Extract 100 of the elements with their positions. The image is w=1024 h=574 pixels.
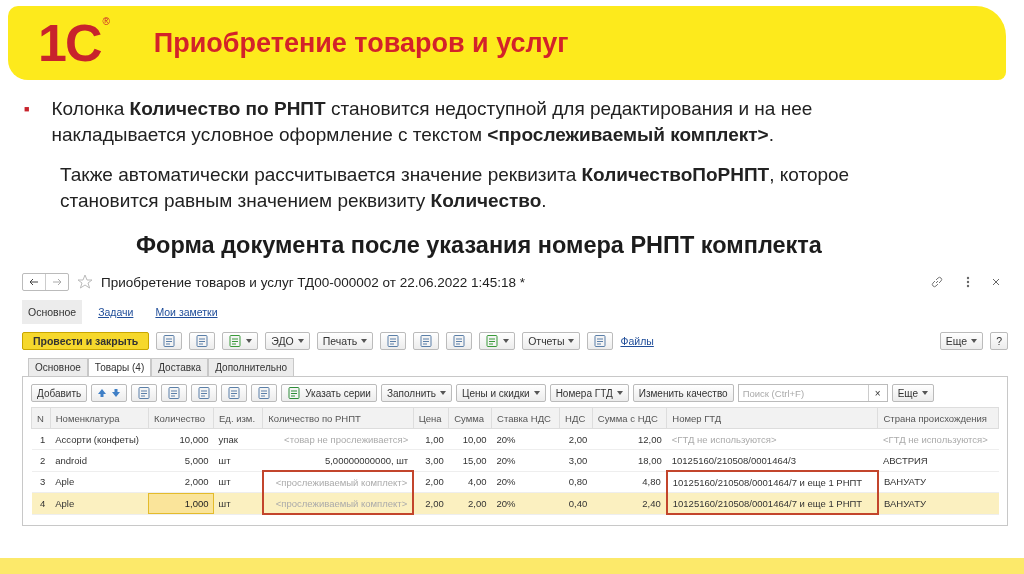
table-cell: 1,000: [148, 492, 214, 514]
bullet-text: Колонка Количество по РНПТ становится недоступной для редактирования и на нее накладывается условное оформление с текстом <прослеживаемый комплект>.: [51, 97, 814, 147]
icon-dropdown-button[interactable]: [479, 332, 516, 350]
dropdown-button[interactable]: Цены и скидки: [456, 384, 546, 402]
column-header[interactable]: Сумма с НДС: [592, 407, 667, 429]
document-icon: [452, 334, 467, 348]
icon-dropdown-button[interactable]: [222, 332, 259, 350]
table-cell: ВАНУАТУ: [878, 471, 999, 493]
post-and-close-button[interactable]: Провести и закрыть: [22, 332, 150, 350]
dropdown-button[interactable]: Еще: [891, 384, 934, 402]
star-icon[interactable]: [77, 274, 93, 290]
column-header[interactable]: Номер ГТД: [666, 407, 878, 429]
table-cell: 0,80: [559, 471, 593, 493]
list-icon: [287, 386, 302, 400]
icon-button[interactable]: [251, 384, 278, 402]
table-cell: шт: [213, 449, 263, 471]
column-header[interactable]: Страна происхождения: [878, 407, 999, 429]
table-cell: <прослеживаемый комплект>: [262, 492, 414, 514]
more-icon[interactable]: [966, 276, 970, 288]
dropdown-button[interactable]: Номера ГТД: [549, 384, 629, 402]
table-cell: android: [50, 449, 149, 471]
table-cell: 4,80: [592, 471, 667, 493]
column-header[interactable]: N: [31, 407, 51, 429]
up-arrow-icon[interactable]: [97, 388, 108, 398]
close-icon[interactable]: [992, 278, 1000, 286]
icon-button[interactable]: [413, 332, 440, 350]
icon-button[interactable]: [189, 332, 216, 350]
dropdown-button[interactable]: Печать: [316, 332, 374, 350]
bullet-icon: ■: [24, 96, 30, 148]
document-icon: [419, 334, 434, 348]
search-field[interactable]: Поиск (Ctrl+F) ×: [737, 384, 888, 402]
table-cell: 20%: [491, 471, 560, 493]
document-icon: [386, 334, 401, 348]
table-cell: 3,00: [413, 449, 449, 471]
column-header[interactable]: Количество по РНПТ: [262, 407, 414, 429]
tab[interactable]: Товары (4): [87, 358, 152, 376]
table-cell: <ГТД не используются>: [878, 428, 999, 450]
move-buttons[interactable]: [91, 384, 128, 402]
toolbar-button[interactable]: Изменить качество: [632, 384, 734, 402]
tab[interactable]: Основное: [28, 358, 88, 376]
logo: 1С®: [38, 17, 110, 69]
column-header[interactable]: Номенклатура: [50, 407, 149, 429]
section-link[interactable]: Мои заметки: [149, 302, 224, 322]
icon-button[interactable]: [446, 332, 473, 350]
toolbar-button[interactable]: ?: [990, 332, 1008, 350]
icon-button[interactable]: [156, 332, 183, 350]
table-cell: 5,00000000000, шт: [262, 449, 414, 471]
caret-icon: [361, 339, 368, 343]
section-tab[interactable]: Основное: [22, 300, 83, 324]
toolbar-button[interactable]: Указать серии: [281, 384, 377, 402]
table-cell: 20%: [491, 449, 560, 471]
table-cell: 20%: [491, 428, 560, 450]
down-arrow-icon[interactable]: [111, 388, 122, 398]
column-header[interactable]: Ед. изм.: [213, 407, 263, 429]
table-cell: <ГТД не используются>: [666, 428, 878, 450]
column-header[interactable]: Цена: [413, 407, 449, 429]
table-cell: 4,00: [448, 471, 492, 493]
link-icon[interactable]: [930, 275, 944, 289]
table-cell: 10,00: [448, 428, 492, 450]
tab[interactable]: Доставка: [151, 358, 209, 376]
icon-button[interactable]: [380, 332, 407, 350]
table-cell: Aple: [50, 492, 149, 514]
tab[interactable]: Дополнительно: [208, 358, 295, 376]
table-cell: 18,00: [592, 449, 667, 471]
caret-icon: [440, 391, 447, 395]
caret-icon: [971, 339, 978, 343]
column-header[interactable]: НДС: [559, 407, 593, 429]
document-icon: [257, 386, 272, 400]
icon-button[interactable]: [161, 384, 188, 402]
document-icon: [162, 334, 177, 348]
dropdown-button[interactable]: ЭДО: [265, 332, 310, 350]
table-cell: 12,00: [592, 428, 667, 450]
toolbar-button[interactable]: Добавить: [31, 384, 88, 402]
document-icon: [197, 386, 212, 400]
paragraph: Также автоматически рассчитывается значение реквизита КоличествоПоРНПТ, которое становится равным значением реквизиту Количество.: [60, 163, 851, 213]
document-icon: [228, 334, 243, 348]
icon-button[interactable]: [221, 384, 248, 402]
table-cell: 1,00: [413, 428, 449, 450]
caret-icon: [922, 391, 928, 395]
table-cell: 3: [31, 471, 51, 493]
icon-button[interactable]: [587, 332, 614, 350]
table-cell: 15,00: [448, 449, 492, 471]
table-cell: <товар не прослеживается>: [262, 428, 414, 450]
window-title: Приобретение товаров и услуг ТД00-000002 от 22.06.2022 1:45:18 *: [101, 274, 527, 290]
table-cell: 2,00: [413, 471, 449, 493]
icon-button[interactable]: [191, 384, 218, 402]
dropdown-button[interactable]: Еще: [939, 332, 984, 350]
dropdown-button[interactable]: Заполнить: [380, 384, 453, 402]
table-cell: 2,40: [592, 492, 667, 514]
column-header[interactable]: Количество: [148, 407, 214, 429]
icon-button[interactable]: [131, 384, 158, 402]
section-link[interactable]: Задачи: [92, 302, 140, 322]
caret-icon: [246, 339, 253, 343]
column-header[interactable]: Ставка НДС: [491, 407, 560, 429]
slide-subtitle: Форма документа после указания номера РНПТ комплекта: [135, 232, 823, 258]
document-icon: [195, 334, 210, 348]
clear-button[interactable]: ×: [867, 385, 887, 401]
dropdown-button[interactable]: Отчеты: [522, 332, 581, 350]
column-header[interactable]: Сумма: [448, 407, 492, 429]
files-link[interactable]: Файлы: [620, 335, 654, 347]
